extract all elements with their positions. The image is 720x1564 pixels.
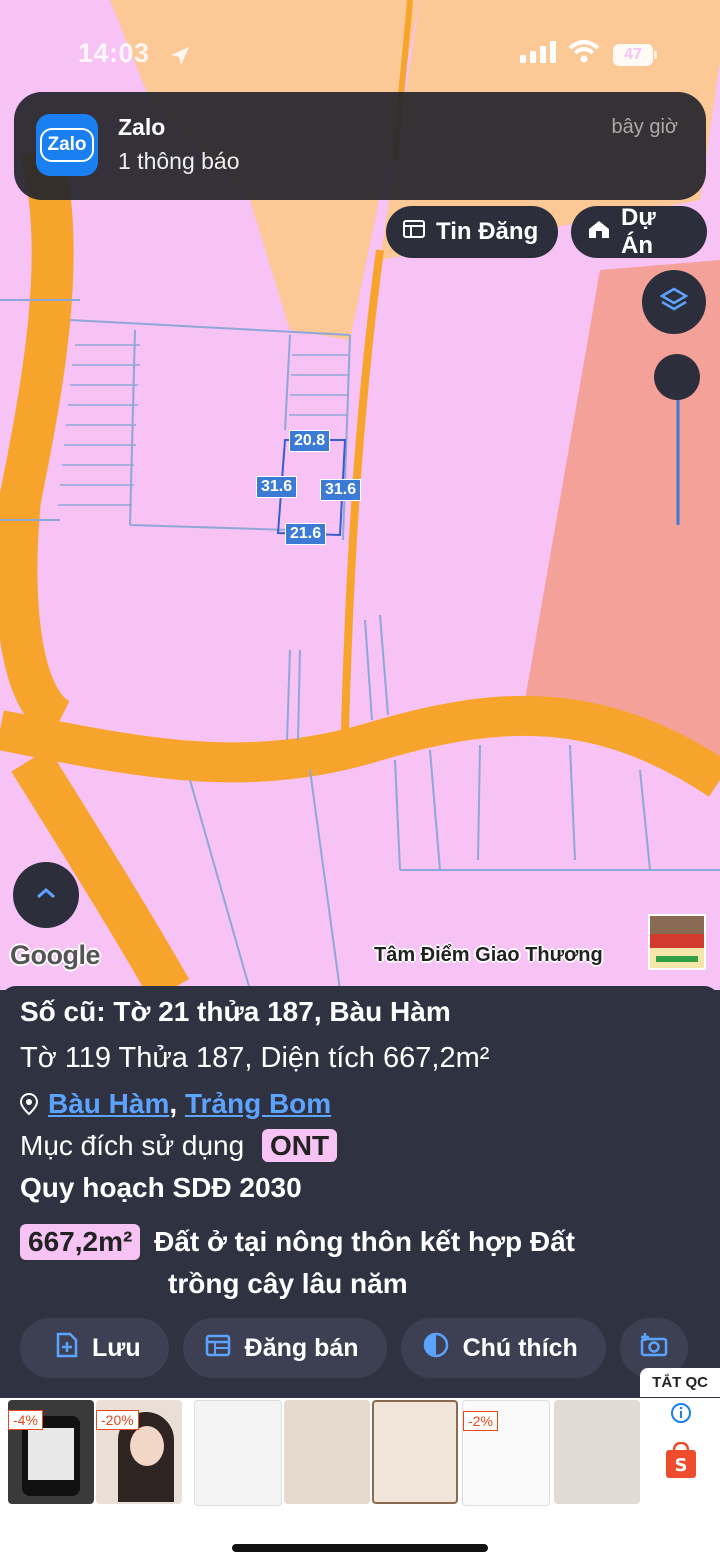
info-icon[interactable] — [670, 1402, 692, 1429]
district-link[interactable]: Trảng Bom — [185, 1088, 331, 1119]
battery-level: 47 — [624, 45, 642, 63]
brand-watermark: Tâm Điểm Giao Thương — [374, 944, 603, 966]
zalo-app-icon: Zalo — [36, 114, 98, 176]
ad-item[interactable] — [554, 1400, 640, 1504]
file-plus-icon — [56, 1332, 78, 1365]
brand-thumbnail[interactable] — [648, 914, 706, 970]
ad-item[interactable]: -2% — [462, 1400, 550, 1506]
zalo-icon-label: Zalo — [40, 128, 94, 162]
home-icon — [587, 218, 611, 247]
commune-link[interactable]: Bàu Hàm — [48, 1088, 169, 1119]
notification-banner[interactable]: Zalo Zalo 1 thông báo bây giờ — [14, 92, 706, 200]
svg-text:S: S — [675, 1455, 688, 1476]
dimension-label-top: 20.8 — [289, 430, 331, 452]
plan-area-badge: 667,2m² — [20, 1224, 141, 1260]
home-indicator[interactable] — [232, 1544, 488, 1552]
action-bar: Lưu Đăng bán Chú thích — [20, 1318, 688, 1378]
dimension-label-right: 31.6 — [320, 479, 362, 501]
zoom-slider-handle[interactable] — [654, 354, 700, 400]
plan-title: Quy hoạch SDĐ 2030 — [20, 1172, 302, 1203]
layers-button[interactable] — [642, 270, 706, 334]
location-arrow-icon — [168, 44, 192, 73]
discount-badge: -20% — [96, 1410, 139, 1430]
ad-item[interactable] — [372, 1400, 458, 1504]
discount-badge: -2% — [463, 1411, 498, 1431]
discount-badge: -4% — [8, 1410, 43, 1430]
legend-button[interactable]: Chú thích — [400, 1318, 606, 1378]
ad-item[interactable] — [194, 1400, 282, 1506]
plan-description-line2: trồng cây lâu năm — [168, 1268, 408, 1299]
tab-tin-dang[interactable]: Tin Đăng — [386, 206, 558, 258]
status-icons: 47 — [520, 40, 658, 69]
legend-label: Chú thích — [462, 1333, 578, 1362]
signal-icon — [520, 41, 556, 68]
shopee-icon[interactable]: S — [664, 1441, 698, 1483]
notification-app-name: Zalo — [118, 114, 166, 140]
parcel-info: Tờ 119 Thửa 187, Diện tích 667,2m² — [20, 1042, 490, 1074]
list-icon — [402, 218, 426, 247]
chevron-up-icon — [35, 886, 57, 905]
status-time: 14:03 — [78, 38, 150, 68]
plan-row: 667,2m² Đất ở tại nông thôn kết hợp Đất — [20, 1224, 575, 1260]
close-ads-button[interactable]: TẮT QC — [640, 1368, 720, 1397]
ad-item[interactable]: -20% — [96, 1400, 182, 1504]
expand-up-button[interactable] — [13, 862, 79, 928]
contrast-icon — [423, 1332, 449, 1365]
status-bar: 14:03 47 — [0, 30, 720, 74]
parcel-old-id: Số cũ: Tờ 21 thửa 187, Bàu Hàm — [20, 996, 451, 1027]
post-sale-label: Đăng bán — [244, 1333, 359, 1362]
tab-label: Dự Án — [621, 204, 656, 259]
camera-plus-icon — [640, 1332, 668, 1364]
ad-item[interactable] — [284, 1400, 370, 1504]
location-pin-icon — [19, 1090, 39, 1122]
post-sale-button[interactable]: Đăng bán — [182, 1318, 387, 1378]
wifi-icon — [568, 40, 600, 69]
parcel-location: Bàu Hàm, Trảng Bom — [19, 1088, 331, 1122]
usage-row: Mục đích sử dụng ONT — [20, 1129, 338, 1162]
calendar-icon — [205, 1333, 231, 1364]
home-indicator-area — [0, 1514, 720, 1564]
usage-label: Mục đích sử dụng — [20, 1130, 245, 1161]
tab-du-an[interactable]: Dự Án — [571, 204, 707, 259]
save-button[interactable]: Lưu — [20, 1318, 169, 1378]
ad-item[interactable]: -4% — [8, 1400, 94, 1504]
parcel-info-panel: Số cũ: Tờ 21 thửa 187, Bàu Hàm Tờ 119 Th… — [0, 986, 720, 1398]
layers-icon — [659, 285, 689, 320]
plan-description-line1: Đất ở tại nông thôn kết hợp Đất — [154, 1226, 575, 1257]
dimension-label-bottom: 21.6 — [285, 523, 327, 545]
battery-icon: 47 — [612, 43, 658, 67]
dimension-label-left: 31.6 — [256, 476, 298, 498]
ad-banner: -4% -20% -2% S — [0, 1398, 720, 1514]
tab-label: Tin Đăng — [436, 218, 539, 245]
notification-message: 1 thông báo — [118, 148, 240, 174]
save-label: Lưu — [92, 1333, 141, 1362]
google-logo: Google — [10, 940, 101, 970]
usage-code-badge: ONT — [261, 1129, 338, 1162]
notification-time: bây giờ — [611, 116, 678, 138]
